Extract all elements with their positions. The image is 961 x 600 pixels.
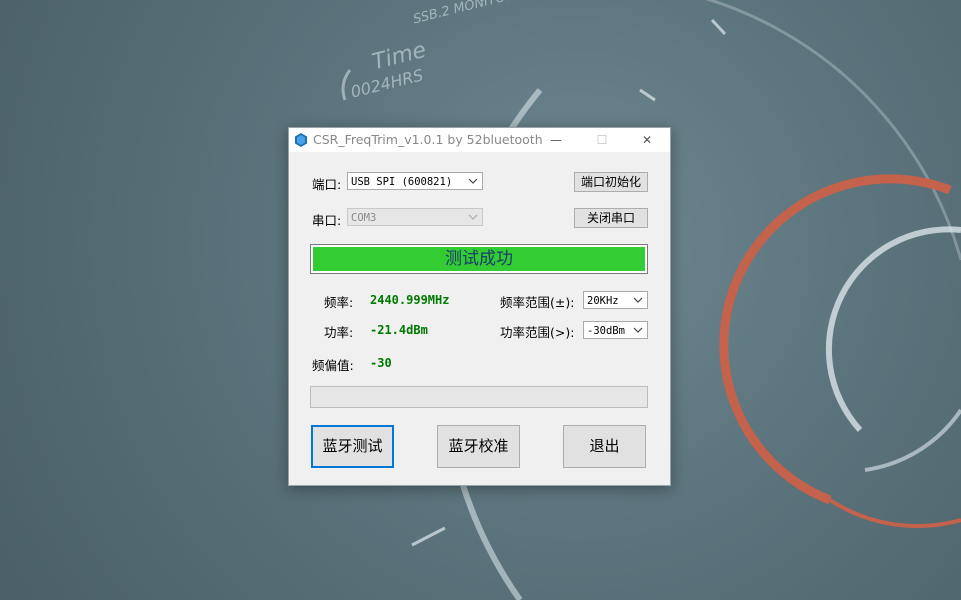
power-range-value: -30dBm	[587, 325, 625, 337]
power-range-select[interactable]: -30dBm	[583, 321, 648, 339]
freq-value: 2440.999MHz	[370, 293, 450, 307]
power-label: 功率:	[324, 325, 354, 340]
bt-test-button[interactable]: 蓝牙测试	[311, 425, 394, 468]
serial-select-value: COM3	[351, 212, 377, 224]
window-title: CSR_FreqTrim_v1.0.1 by 52bluetooth	[313, 132, 543, 147]
title-bar[interactable]: CSR_FreqTrim_v1.0.1 by 52bluetooth — ☐ ✕	[289, 128, 670, 152]
chevron-down-icon	[468, 214, 478, 220]
serial-label: 串口:	[312, 213, 342, 228]
chevron-down-icon	[633, 327, 643, 333]
progress-bar	[310, 386, 648, 408]
freq-range-label: 频率范围(±):	[500, 295, 575, 310]
minimize-button[interactable]: —	[533, 128, 579, 152]
exit-button[interactable]: 退出	[563, 425, 646, 468]
port-select[interactable]: USB SPI (600821)	[347, 172, 483, 190]
close-serial-button[interactable]: 关闭串口	[574, 208, 648, 228]
maximize-button[interactable]: ☐	[579, 128, 625, 152]
power-value: -21.4dBm	[370, 323, 428, 337]
close-button[interactable]: ✕	[624, 128, 670, 152]
serial-select: COM3	[347, 208, 483, 226]
status-text: 测试成功	[313, 247, 645, 271]
app-window: CSR_FreqTrim_v1.0.1 by 52bluetooth — ☐ ✕…	[288, 127, 671, 486]
status-panel: 测试成功	[310, 244, 648, 274]
chevron-down-icon	[633, 297, 643, 303]
bluetooth-app-icon	[295, 133, 307, 147]
freq-range-value: 20KHz	[587, 295, 619, 307]
offset-label: 频偏值:	[312, 358, 354, 373]
port-select-value: USB SPI (600821)	[351, 176, 453, 188]
power-range-label: 功率范围(>):	[500, 325, 575, 340]
port-init-button[interactable]: 端口初始化	[574, 172, 648, 192]
freq-label: 频率:	[324, 295, 354, 310]
freq-range-select[interactable]: 20KHz	[583, 291, 648, 309]
port-label: 端口:	[312, 177, 342, 192]
chevron-down-icon	[468, 178, 478, 184]
bt-calibrate-button[interactable]: 蓝牙校准	[437, 425, 520, 468]
offset-value: -30	[370, 356, 392, 370]
